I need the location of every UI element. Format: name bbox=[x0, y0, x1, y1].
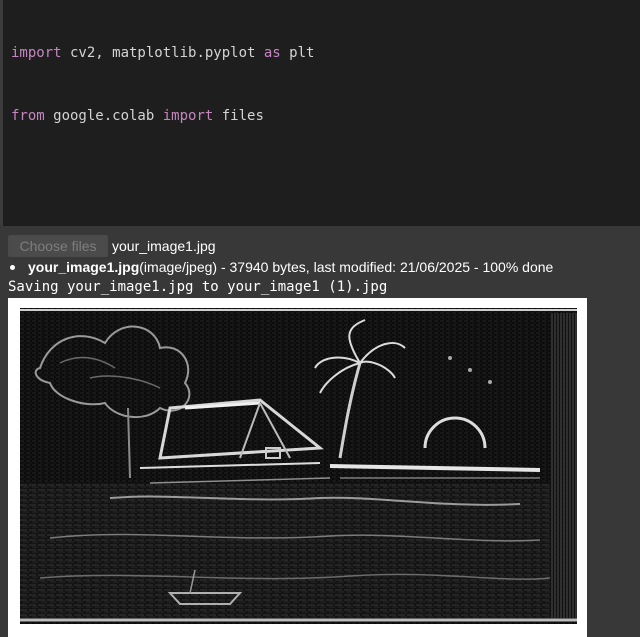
code-line: from google.colab import files bbox=[11, 108, 264, 125]
output-figure bbox=[8, 298, 587, 637]
code-cell[interactable]: import cv2, matplotlib.pyplot as plt fro… bbox=[0, 0, 640, 572]
file-upload-widget: Choose files your_image1.jpg bbox=[8, 235, 216, 257]
bullet-icon bbox=[10, 264, 15, 270]
code-line: import cv2, matplotlib.pyplot as plt bbox=[11, 44, 315, 61]
uploaded-file-name: your_image1.jpg bbox=[28, 259, 140, 275]
choose-files-button[interactable]: Choose files bbox=[8, 235, 108, 257]
uploaded-file-info: your_image1.jpg (image/jpeg) - 37940 byt… bbox=[8, 259, 553, 275]
selected-file-name: your_image1.jpg bbox=[112, 238, 216, 254]
saving-message: Saving your_image1.jpg to your_image1 (1… bbox=[8, 279, 388, 295]
sobel-edge-image bbox=[20, 308, 577, 624]
uploaded-file-details: (image/jpeg) - 37940 bytes, last modifie… bbox=[139, 259, 554, 275]
